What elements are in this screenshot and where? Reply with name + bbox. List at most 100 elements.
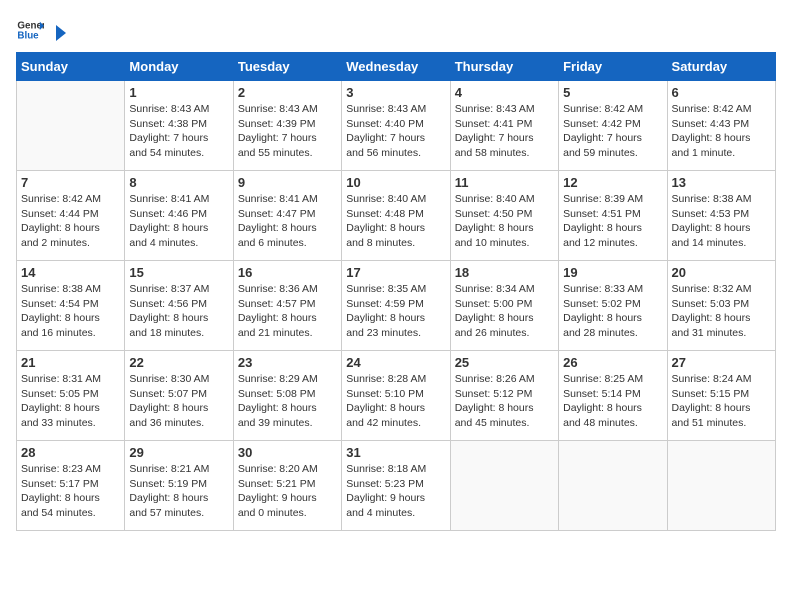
- calendar-cell: 16 Sunrise: 8:36 AM Sunset: 4:57 PM Dayli…: [233, 261, 341, 351]
- day-info: Sunrise: 8:43 AM Sunset: 4:39 PM Dayligh…: [238, 102, 337, 161]
- day-number: 10: [346, 175, 445, 190]
- calendar-cell: 6 Sunrise: 8:42 AM Sunset: 4:43 PM Daylig…: [667, 81, 775, 171]
- calendar-cell: 15 Sunrise: 8:37 AM Sunset: 4:56 PM Dayli…: [125, 261, 233, 351]
- calendar-cell: 25 Sunrise: 8:26 AM Sunset: 5:12 PM Dayli…: [450, 351, 558, 441]
- day-info: Sunrise: 8:20 AM Sunset: 5:21 PM Dayligh…: [238, 462, 337, 521]
- day-info: Sunrise: 8:40 AM Sunset: 4:50 PM Dayligh…: [455, 192, 554, 251]
- day-info: Sunrise: 8:42 AM Sunset: 4:43 PM Dayligh…: [672, 102, 771, 161]
- day-number: 18: [455, 265, 554, 280]
- calendar-cell: 20 Sunrise: 8:32 AM Sunset: 5:03 PM Dayli…: [667, 261, 775, 351]
- day-info: Sunrise: 8:29 AM Sunset: 5:08 PM Dayligh…: [238, 372, 337, 431]
- calendar-cell: 12 Sunrise: 8:39 AM Sunset: 4:51 PM Dayli…: [559, 171, 667, 261]
- day-info: Sunrise: 8:43 AM Sunset: 4:38 PM Dayligh…: [129, 102, 228, 161]
- calendar-cell: 22 Sunrise: 8:30 AM Sunset: 5:07 PM Dayli…: [125, 351, 233, 441]
- day-info: Sunrise: 8:41 AM Sunset: 4:47 PM Dayligh…: [238, 192, 337, 251]
- calendar-week-row: 1 Sunrise: 8:43 AM Sunset: 4:38 PM Daylig…: [17, 81, 776, 171]
- day-info: Sunrise: 8:42 AM Sunset: 4:42 PM Dayligh…: [563, 102, 662, 161]
- calendar-cell: 10 Sunrise: 8:40 AM Sunset: 4:48 PM Dayli…: [342, 171, 450, 261]
- day-info: Sunrise: 8:33 AM Sunset: 5:02 PM Dayligh…: [563, 282, 662, 341]
- day-number: 8: [129, 175, 228, 190]
- day-number: 19: [563, 265, 662, 280]
- calendar-week-row: 21 Sunrise: 8:31 AM Sunset: 5:05 PM Dayli…: [17, 351, 776, 441]
- day-info: Sunrise: 8:24 AM Sunset: 5:15 PM Dayligh…: [672, 372, 771, 431]
- calendar-cell: 2 Sunrise: 8:43 AM Sunset: 4:39 PM Daylig…: [233, 81, 341, 171]
- calendar-cell: [450, 441, 558, 531]
- day-number: 28: [21, 445, 120, 460]
- day-number: 21: [21, 355, 120, 370]
- day-info: Sunrise: 8:25 AM Sunset: 5:14 PM Dayligh…: [563, 372, 662, 431]
- day-info: Sunrise: 8:38 AM Sunset: 4:53 PM Dayligh…: [672, 192, 771, 251]
- calendar-cell: 8 Sunrise: 8:41 AM Sunset: 4:46 PM Daylig…: [125, 171, 233, 261]
- calendar-header-row: SundayMondayTuesdayWednesdayThursdayFrid…: [17, 53, 776, 81]
- logo-arrow-icon: [46, 22, 68, 44]
- column-header-monday: Monday: [125, 53, 233, 81]
- calendar-cell: 18Sunrise: 8:34 AM Sunset: 5:00 PM Dayli…: [450, 261, 558, 351]
- day-number: 17: [346, 265, 445, 280]
- day-info: Sunrise: 8:32 AM Sunset: 5:03 PM Dayligh…: [672, 282, 771, 341]
- svg-text:Blue: Blue: [17, 30, 39, 41]
- calendar-cell: 21 Sunrise: 8:31 AM Sunset: 5:05 PM Dayli…: [17, 351, 125, 441]
- calendar-cell: 14 Sunrise: 8:38 AM Sunset: 4:54 PM Dayli…: [17, 261, 125, 351]
- day-info: Sunrise: 8:21 AM Sunset: 5:19 PM Dayligh…: [129, 462, 228, 521]
- day-number: 29: [129, 445, 228, 460]
- column-header-tuesday: Tuesday: [233, 53, 341, 81]
- day-info: Sunrise: 8:38 AM Sunset: 4:54 PM Dayligh…: [21, 282, 120, 341]
- calendar-cell: 27 Sunrise: 8:24 AM Sunset: 5:15 PM Dayli…: [667, 351, 775, 441]
- day-number: 2: [238, 85, 337, 100]
- calendar-cell: 17 Sunrise: 8:35 AM Sunset: 4:59 PM Dayli…: [342, 261, 450, 351]
- day-info: Sunrise: 8:39 AM Sunset: 4:51 PM Dayligh…: [563, 192, 662, 251]
- column-header-wednesday: Wednesday: [342, 53, 450, 81]
- day-info: Sunrise: 8:26 AM Sunset: 5:12 PM Dayligh…: [455, 372, 554, 431]
- column-header-thursday: Thursday: [450, 53, 558, 81]
- day-number: 31: [346, 445, 445, 460]
- day-number: 20: [672, 265, 771, 280]
- day-info: Sunrise: 8:43 AM Sunset: 4:40 PM Dayligh…: [346, 102, 445, 161]
- day-info: Sunrise: 8:37 AM Sunset: 4:56 PM Dayligh…: [129, 282, 228, 341]
- day-number: 25: [455, 355, 554, 370]
- day-info: Sunrise: 8:28 AM Sunset: 5:10 PM Dayligh…: [346, 372, 445, 431]
- day-number: 1: [129, 85, 228, 100]
- day-info: Sunrise: 8:36 AM Sunset: 4:57 PM Dayligh…: [238, 282, 337, 341]
- calendar-cell: 11 Sunrise: 8:40 AM Sunset: 4:50 PM Dayli…: [450, 171, 558, 261]
- day-number: 9: [238, 175, 337, 190]
- day-number: 14: [21, 265, 120, 280]
- day-number: 3: [346, 85, 445, 100]
- day-info: Sunrise: 8:35 AM Sunset: 4:59 PM Dayligh…: [346, 282, 445, 341]
- day-number: 6: [672, 85, 771, 100]
- column-header-sunday: Sunday: [17, 53, 125, 81]
- calendar-cell: 3 Sunrise: 8:43 AM Sunset: 4:40 PM Daylig…: [342, 81, 450, 171]
- day-number: 26: [563, 355, 662, 370]
- calendar-week-row: 14 Sunrise: 8:38 AM Sunset: 4:54 PM Dayli…: [17, 261, 776, 351]
- day-number: 12: [563, 175, 662, 190]
- calendar-cell: 4 Sunrise: 8:43 AM Sunset: 4:41 PM Daylig…: [450, 81, 558, 171]
- calendar-cell: 28Sunrise: 8:23 AM Sunset: 5:17 PM Dayli…: [17, 441, 125, 531]
- calendar-cell: 19 Sunrise: 8:33 AM Sunset: 5:02 PM Dayli…: [559, 261, 667, 351]
- day-number: 22: [129, 355, 228, 370]
- day-info: Sunrise: 8:31 AM Sunset: 5:05 PM Dayligh…: [21, 372, 120, 431]
- day-number: 16: [238, 265, 337, 280]
- day-info: Sunrise: 8:41 AM Sunset: 4:46 PM Dayligh…: [129, 192, 228, 251]
- calendar-cell: [667, 441, 775, 531]
- day-info: Sunrise: 8:30 AM Sunset: 5:07 PM Dayligh…: [129, 372, 228, 431]
- calendar-cell: 13Sunrise: 8:38 AM Sunset: 4:53 PM Dayli…: [667, 171, 775, 261]
- calendar-cell: [17, 81, 125, 171]
- day-number: 15: [129, 265, 228, 280]
- column-header-friday: Friday: [559, 53, 667, 81]
- calendar-cell: 5Sunrise: 8:42 AM Sunset: 4:42 PM Daylig…: [559, 81, 667, 171]
- day-info: Sunrise: 8:40 AM Sunset: 4:48 PM Dayligh…: [346, 192, 445, 251]
- calendar-week-row: 7Sunrise: 8:42 AM Sunset: 4:44 PM Daylig…: [17, 171, 776, 261]
- calendar: SundayMondayTuesdayWednesdayThursdayFrid…: [16, 52, 776, 531]
- calendar-cell: 7Sunrise: 8:42 AM Sunset: 4:44 PM Daylig…: [17, 171, 125, 261]
- calendar-cell: 31Sunrise: 8:18 AM Sunset: 5:23 PM Dayli…: [342, 441, 450, 531]
- day-number: 4: [455, 85, 554, 100]
- logo-icon: General Blue: [16, 16, 44, 44]
- day-info: Sunrise: 8:43 AM Sunset: 4:41 PM Dayligh…: [455, 102, 554, 161]
- calendar-cell: 24Sunrise: 8:28 AM Sunset: 5:10 PM Dayli…: [342, 351, 450, 441]
- logo: General Blue: [16, 16, 68, 44]
- calendar-cell: 9 Sunrise: 8:41 AM Sunset: 4:47 PM Daylig…: [233, 171, 341, 261]
- calendar-cell: 26 Sunrise: 8:25 AM Sunset: 5:14 PM Dayli…: [559, 351, 667, 441]
- day-number: 27: [672, 355, 771, 370]
- day-number: 11: [455, 175, 554, 190]
- column-header-saturday: Saturday: [667, 53, 775, 81]
- calendar-cell: 23Sunrise: 8:29 AM Sunset: 5:08 PM Dayli…: [233, 351, 341, 441]
